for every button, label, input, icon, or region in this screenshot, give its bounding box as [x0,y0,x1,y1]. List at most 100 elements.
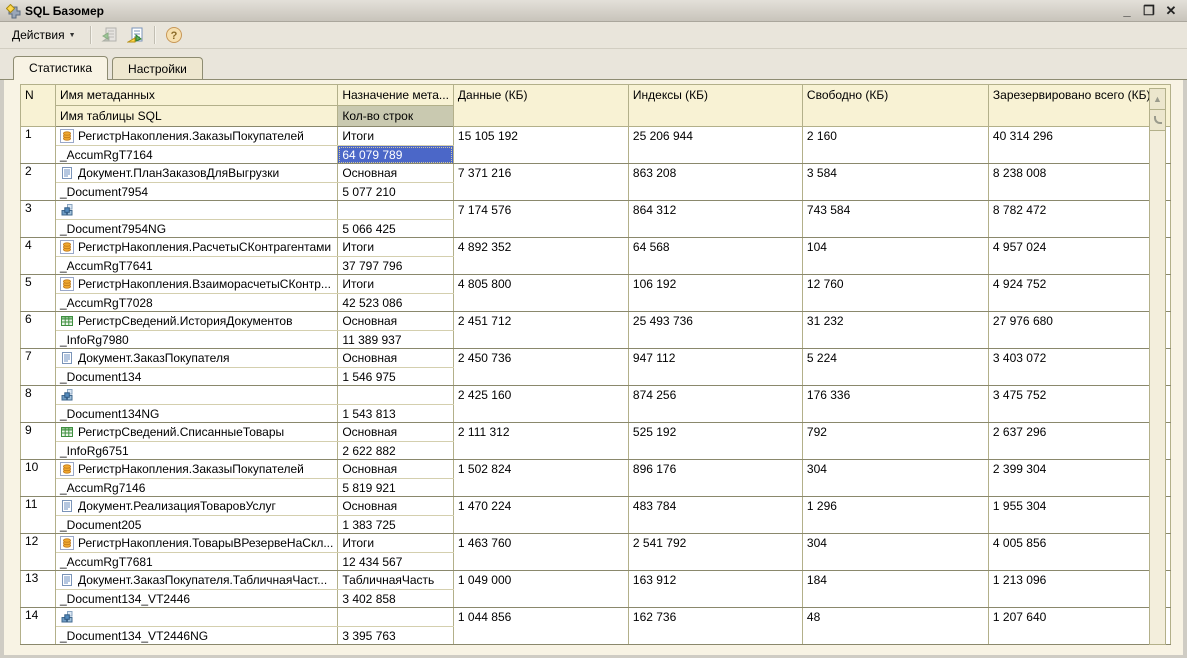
table-row[interactable]: 10 РегистрНакопления.ЗаказыПокупателей О… [21,460,1171,479]
sql-table-name-cell[interactable]: _Document134_VT2446NG [56,627,338,645]
table-row[interactable]: 6 РегистрСведений.ИсторияДокументов Осно… [21,312,1171,331]
reserved-kb-cell[interactable]: 2 637 296 [988,423,1170,460]
data-kb-cell[interactable]: 1 044 856 [453,608,628,645]
row-count-cell[interactable]: 1 383 725 [338,516,454,534]
row-count-cell[interactable]: 3 402 858 [338,590,454,608]
sql-table-name-cell[interactable]: _AccumRgT7028 [56,294,338,312]
reserved-kb-cell[interactable]: 3 403 072 [988,349,1170,386]
metadata-name-cell[interactable]: Документ.ПланЗаказовДляВыгрузки [56,164,338,183]
metadata-name-cell[interactable] [56,386,338,405]
header-purpose[interactable]: Назначение мета... [338,85,454,106]
vertical-scrollbar[interactable]: ▲ [1149,88,1166,645]
purpose-cell[interactable]: Основная [338,460,454,479]
indexes-kb-cell[interactable]: 25 493 736 [628,312,802,349]
data-kb-cell[interactable]: 2 111 312 [453,423,628,460]
scrollbar-thumb[interactable] [1150,110,1165,131]
metadata-name-cell[interactable]: Документ.РеализацияТоваровУслуг [56,497,338,516]
metadata-name-cell[interactable] [56,608,338,627]
sql-table-name-cell[interactable]: _InfoRg6751 [56,442,338,460]
free-kb-cell[interactable]: 1 296 [802,497,988,534]
data-kb-cell[interactable]: 4 892 352 [453,238,628,275]
data-kb-cell[interactable]: 1 502 824 [453,460,628,497]
metadata-name-cell[interactable]: РегистрСведений.СписанныеТовары [56,423,338,442]
data-kb-cell[interactable]: 1 049 000 [453,571,628,608]
purpose-cell[interactable]: ТабличнаяЧасть [338,571,454,590]
table-row[interactable]: 12 РегистрНакопления.ТоварыВРезервеНаСкл… [21,534,1171,553]
indexes-kb-cell[interactable]: 863 208 [628,164,802,201]
reserved-kb-cell[interactable]: 27 976 680 [988,312,1170,349]
table-row[interactable]: 13 Документ.ЗаказПокупателя.ТабличнаяЧас… [21,571,1171,590]
row-count-cell[interactable]: 5 066 425 [338,220,454,238]
indexes-kb-cell[interactable]: 864 312 [628,201,802,238]
table-row[interactable]: 4 РегистрНакопления.РасчетыСКонтрагентам… [21,238,1171,257]
purpose-cell[interactable]: Основная [338,497,454,516]
purpose-cell[interactable]: Итоги [338,238,454,257]
reserved-kb-cell[interactable]: 1 213 096 [988,571,1170,608]
row-count-cell[interactable]: 42 523 086 [338,294,454,312]
purpose-cell[interactable]: Основная [338,349,454,368]
data-kb-cell[interactable]: 2 451 712 [453,312,628,349]
metadata-name-cell[interactable]: РегистрНакопления.ЗаказыПокупателей [56,460,338,479]
reserved-kb-cell[interactable]: 1 955 304 [988,497,1170,534]
sql-table-name-cell[interactable]: _AccumRgT7681 [56,553,338,571]
indexes-kb-cell[interactable]: 483 784 [628,497,802,534]
purpose-cell[interactable]: Итоги [338,275,454,294]
row-count-cell[interactable]: 37 797 796 [338,257,454,275]
minimize-button[interactable]: _ [1117,2,1137,20]
header-data-kb[interactable]: Данные (КБ) [453,85,628,127]
reserved-kb-cell[interactable]: 8 782 472 [988,201,1170,238]
purpose-cell[interactable]: Основная [338,164,454,183]
row-count-cell[interactable]: 12 434 567 [338,553,454,571]
reserved-kb-cell[interactable]: 4 957 024 [988,238,1170,275]
table-row[interactable]: 9 РегистрСведений.СписанныеТовары Основн… [21,423,1171,442]
indexes-kb-cell[interactable]: 896 176 [628,460,802,497]
purpose-cell[interactable] [338,386,454,405]
table-row[interactable]: 1 РегистрНакопления.ЗаказыПокупателей Ит… [21,127,1171,146]
data-kb-cell[interactable]: 2 425 160 [453,386,628,423]
table-row[interactable]: 5 РегистрНакопления.ВзаиморасчетыСКонтр.… [21,275,1171,294]
table-row[interactable]: 2 Документ.ПланЗаказовДляВыгрузки Основн… [21,164,1171,183]
metadata-name-cell[interactable]: Документ.ЗаказПокупателя [56,349,338,368]
sql-table-name-cell[interactable]: _Document134 [56,368,338,386]
row-count-cell[interactable]: 1 546 975 [338,368,454,386]
table-row[interactable]: 14 1 044 856 162 736 48 1 207 640 [21,608,1171,627]
free-kb-cell[interactable]: 176 336 [802,386,988,423]
metadata-name-cell[interactable] [56,201,338,220]
free-kb-cell[interactable]: 304 [802,534,988,571]
header-row-count[interactable]: Кол-во строк [338,106,454,127]
metadata-name-cell[interactable]: РегистрНакопления.ВзаиморасчетыСКонтр... [56,275,338,294]
reserved-kb-cell[interactable]: 1 207 640 [988,608,1170,645]
unload-list-icon[interactable] [125,24,147,46]
reserved-kb-cell[interactable]: 3 475 752 [988,386,1170,423]
purpose-cell[interactable] [338,201,454,220]
free-kb-cell[interactable]: 743 584 [802,201,988,238]
indexes-kb-cell[interactable]: 874 256 [628,386,802,423]
reserved-kb-cell[interactable]: 4 005 856 [988,534,1170,571]
free-kb-cell[interactable]: 3 584 [802,164,988,201]
header-reserved-kb[interactable]: Зарезервировано всего (КБ) [988,85,1170,127]
free-kb-cell[interactable]: 792 [802,423,988,460]
maximize-button[interactable]: ❐ [1139,2,1159,20]
sql-table-name-cell[interactable]: _AccumRgT7164 [56,146,338,164]
free-kb-cell[interactable]: 304 [802,460,988,497]
table-row[interactable]: 3 7 174 576 864 312 743 584 8 782 472 [21,201,1171,220]
table-row[interactable]: 8 2 425 160 874 256 176 336 3 475 752 [21,386,1171,405]
help-icon[interactable]: ? [163,24,185,46]
sql-table-name-cell[interactable]: _Document205 [56,516,338,534]
data-kb-cell[interactable]: 15 105 192 [453,127,628,164]
purpose-cell[interactable] [338,608,454,627]
header-n[interactable]: N [21,85,56,127]
sql-table-name-cell[interactable]: _Document134_VT2446 [56,590,338,608]
indexes-kb-cell[interactable]: 525 192 [628,423,802,460]
reserved-kb-cell[interactable]: 8 238 008 [988,164,1170,201]
sql-table-name-cell[interactable]: _Document7954NG [56,220,338,238]
header-metadata-name[interactable]: Имя метаданных [56,85,338,106]
free-kb-cell[interactable]: 12 760 [802,275,988,312]
indexes-kb-cell[interactable]: 2 541 792 [628,534,802,571]
indexes-kb-cell[interactable]: 64 568 [628,238,802,275]
tab-settings[interactable]: Настройки [112,57,203,79]
free-kb-cell[interactable]: 184 [802,571,988,608]
data-kb-cell[interactable]: 2 450 736 [453,349,628,386]
header-indexes-kb[interactable]: Индексы (КБ) [628,85,802,127]
data-kb-cell[interactable]: 1 463 760 [453,534,628,571]
